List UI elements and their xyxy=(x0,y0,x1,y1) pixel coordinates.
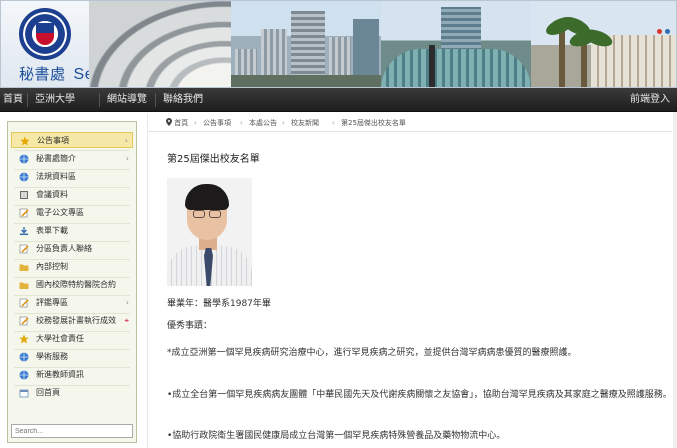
sidebar-item-evaluation[interactable]: 評鑑專區 › xyxy=(11,295,133,311)
sidebar-item-academic-service[interactable]: 學術服務 xyxy=(11,349,133,365)
sidebar-item-e-documents[interactable]: 電子公文專區 xyxy=(11,205,133,221)
sidebar-item-development-plan[interactable]: 校務發展計畫執行成效 ⌖ xyxy=(11,313,133,329)
star-icon xyxy=(20,136,30,146)
pdf-icon: ⌖ xyxy=(124,316,129,325)
alumni-portrait xyxy=(167,178,252,286)
breadcrumb-announcements[interactable]: 公告事項 xyxy=(203,116,231,130)
page-scrollbar[interactable] xyxy=(673,112,677,448)
site-title-zh: 秘書處 xyxy=(19,65,66,83)
nav-login[interactable]: 前端登入 xyxy=(630,88,670,112)
banner-photo-palms xyxy=(531,1,676,87)
globe-icon xyxy=(19,370,29,380)
nav-contact[interactable]: 聯絡我們 xyxy=(163,88,203,112)
sidebar-item-internal-control[interactable]: 內部控制 xyxy=(11,259,133,275)
breadcrumb-alumni-news[interactable]: 校友新聞 xyxy=(291,116,319,130)
chevron-right-icon: › xyxy=(125,298,129,307)
banner-photo-buildings xyxy=(231,1,381,87)
globe-icon xyxy=(19,352,29,362)
nav-home[interactable]: 首頁 xyxy=(3,88,23,112)
sidebar-item-announcements[interactable]: 公告事項 › xyxy=(11,132,133,148)
folder-icon xyxy=(19,280,29,290)
breadcrumb-home[interactable]: 首頁 xyxy=(166,116,188,130)
breadcrumb-divider xyxy=(148,131,672,132)
edit-icon xyxy=(19,298,29,308)
globe-icon xyxy=(19,172,29,182)
globe-icon xyxy=(19,154,29,164)
sidebar-item-new-faculty[interactable]: 新進教師資訊 xyxy=(11,367,133,383)
chevron-right-icon: › xyxy=(124,136,128,145)
achievement-paragraph: •協助行政院衛生署國民健康局成立台灣第一個罕見疾病特殊營養品及藥物物流中心。 xyxy=(167,431,506,441)
main-nav: 首頁 亞洲大學 網站導覽 聯絡我們 前端登入 xyxy=(0,88,677,112)
breadcrumb-separator: › xyxy=(282,119,285,127)
breadcrumb-separator: › xyxy=(240,119,243,127)
university-seal-icon xyxy=(19,8,71,60)
star-icon xyxy=(19,334,29,344)
nav-sitemap[interactable]: 網站導覽 xyxy=(107,88,147,112)
page-title: 第25屆傑出校友名單 xyxy=(167,154,260,165)
home-icon xyxy=(19,388,29,398)
sidebar-item-social-responsibility[interactable]: 大學社會責任 xyxy=(11,331,133,347)
content-divider xyxy=(147,114,148,448)
achievement-paragraph: *成立亞洲第一個罕見疾病研究治療中心，進行罕見疾病之研究，並提供台灣罕病病患優質… xyxy=(167,348,577,358)
nav-asia-university[interactable]: 亞洲大學 xyxy=(35,88,75,112)
breadcrumb-separator: › xyxy=(194,119,197,127)
breadcrumb-separator: › xyxy=(332,119,335,127)
folder-icon xyxy=(19,262,29,272)
edit-icon xyxy=(19,208,29,218)
graduation-year: 畢業年：醫學系1987年畢 xyxy=(167,299,271,309)
sidebar-item-area-contacts[interactable]: 分區負責人聯絡 xyxy=(11,241,133,257)
banner-photo-arch xyxy=(89,1,231,87)
sidebar-item-hospital-contracts[interactable]: 國內校際特約醫院合約 xyxy=(11,277,133,293)
edit-icon xyxy=(19,244,29,254)
book-icon xyxy=(19,190,29,200)
sidebar-item-back-home[interactable]: 回首頁 xyxy=(11,385,133,401)
breadcrumb-current: 第25屆傑出校友名單 xyxy=(341,119,406,127)
sidebar-item-meetings[interactable]: 會議資料 xyxy=(11,187,133,203)
banner-photo-glass-hall xyxy=(381,1,531,87)
chevron-right-icon: › xyxy=(125,154,129,163)
edit-icon xyxy=(19,316,29,326)
sidebar-item-regulations[interactable]: 法規資料區 xyxy=(11,169,133,185)
sidebar-menu: 公告事項 › 秘書處簡介 › 法規資料區 會議資料 電子公文專區 表單下載 分區… xyxy=(7,121,137,443)
search-input[interactable] xyxy=(11,424,133,438)
achievements-label: 優秀事蹟： xyxy=(167,321,213,331)
map-pin-icon xyxy=(166,118,172,126)
site-header: 秘書處Secretariat xyxy=(0,0,677,88)
sidebar-item-forms[interactable]: 表單下載 xyxy=(11,223,133,239)
sidebar-item-about[interactable]: 秘書處簡介 › xyxy=(11,151,133,167)
achievement-paragraph: •成立全台第一個罕見疾病病友團體「中華民國先天及代謝疾病關懷之友協會」，協助台灣… xyxy=(167,390,672,400)
download-icon xyxy=(19,226,29,236)
breadcrumb-office-notices[interactable]: 本處公告 xyxy=(249,116,277,130)
logo-area[interactable]: 秘書處Secretariat xyxy=(1,1,156,87)
